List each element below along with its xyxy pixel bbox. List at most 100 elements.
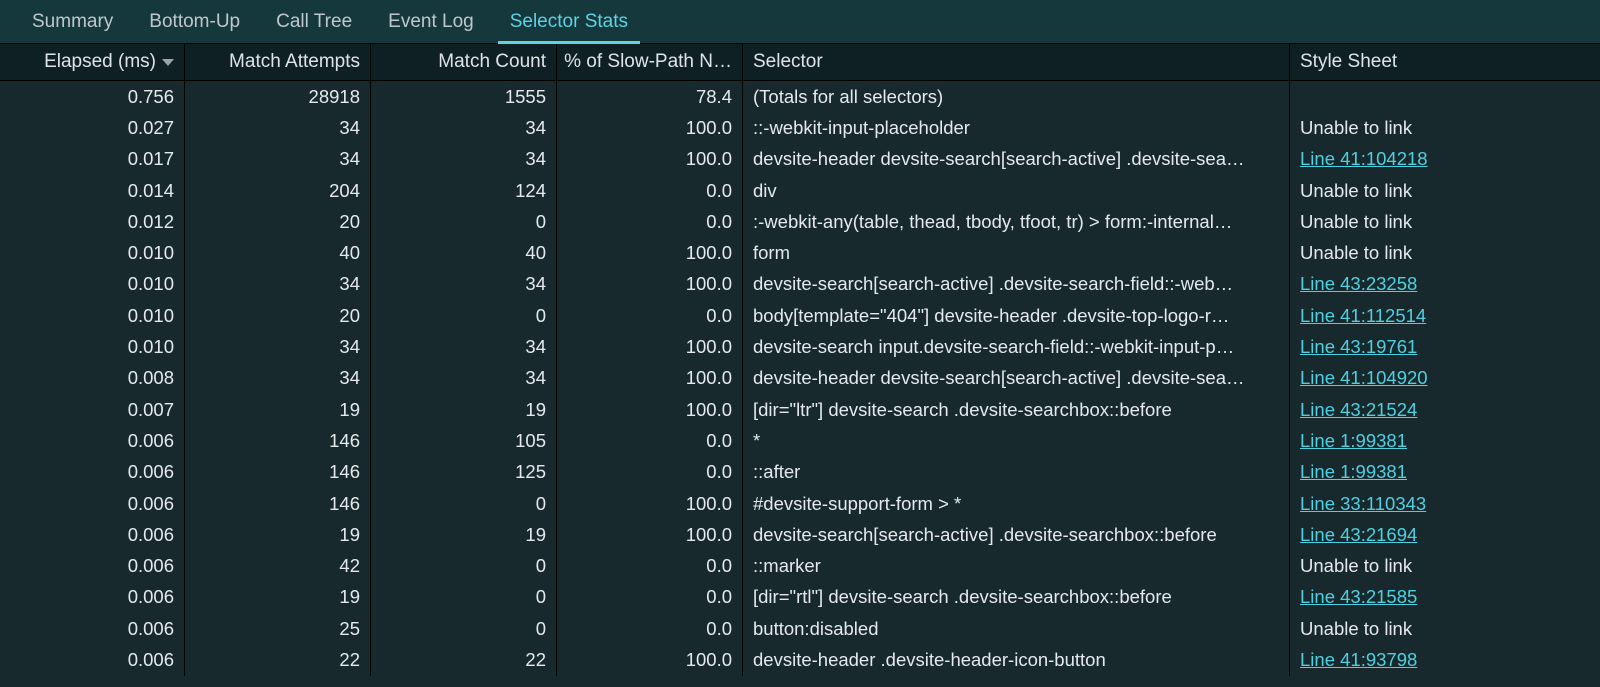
style-sheet-link[interactable]: Line 43:21585 <box>1300 586 1417 608</box>
style-sheet-unable: Unable to link <box>1300 211 1412 233</box>
cell-elapsed: 0.012 <box>0 206 185 237</box>
cell-count: 105 <box>371 425 557 456</box>
table-row[interactable]: 0.0273434100.0::-webkit-input-placeholde… <box>0 112 1600 143</box>
tab-summary[interactable]: Summary <box>14 1 131 43</box>
cell-style-sheet: Line 41:112514 <box>1290 300 1595 331</box>
style-sheet-link[interactable]: Line 41:112514 <box>1300 305 1426 327</box>
cell-count: 40 <box>371 237 557 268</box>
col-header-count[interactable]: Match Count <box>371 44 557 80</box>
style-sheet-link[interactable]: Line 1:99381 <box>1300 430 1407 452</box>
cell-slow: 100.0 <box>557 269 743 300</box>
cell-count: 22 <box>371 644 557 675</box>
col-header-sheet[interactable]: Style Sheet <box>1290 44 1595 80</box>
style-sheet-link[interactable]: Line 41:93798 <box>1300 649 1417 671</box>
cell-slow: 100.0 <box>557 112 743 143</box>
cell-attempts: 19 <box>185 394 371 425</box>
table-row[interactable]: 0.0061919100.0devsite-search[search-acti… <box>0 519 1600 550</box>
col-header-selector[interactable]: Selector <box>743 44 1290 80</box>
cell-attempts: 20 <box>185 206 371 237</box>
cell-attempts: 19 <box>185 519 371 550</box>
cell-count: 34 <box>371 144 557 175</box>
style-sheet-link[interactable]: Line 1:99381 <box>1300 461 1407 483</box>
cell-attempts: 25 <box>185 613 371 644</box>
cell-style-sheet: Line 1:99381 <box>1290 457 1595 488</box>
style-sheet-link[interactable]: Line 43:21694 <box>1300 524 1417 546</box>
style-sheet-link[interactable]: Line 43:21524 <box>1300 399 1417 421</box>
cell-elapsed: 0.010 <box>0 269 185 300</box>
cell-style-sheet: Unable to link <box>1290 206 1595 237</box>
col-header-attempts[interactable]: Match Attempts <box>185 44 371 80</box>
style-sheet-link[interactable]: Line 41:104218 <box>1300 148 1428 170</box>
cell-count: 19 <box>371 394 557 425</box>
cell-slow: 0.0 <box>557 425 743 456</box>
table-row[interactable]: 0.0104040100.0formUnable to link <box>0 237 1600 268</box>
cell-style-sheet: Unable to link <box>1290 112 1595 143</box>
cell-slow: 0.0 <box>557 550 743 581</box>
cell-elapsed: 0.756 <box>0 81 185 112</box>
tab-bottom-up[interactable]: Bottom-Up <box>131 1 258 43</box>
cell-style-sheet: Line 43:21585 <box>1290 582 1595 613</box>
cell-selector: devsite-search[search-active] .devsite-s… <box>743 269 1290 300</box>
tab-selector-stats[interactable]: Selector Stats <box>492 1 646 43</box>
style-sheet-link[interactable]: Line 43:19761 <box>1300 336 1417 358</box>
cell-style-sheet: Line 41:104218 <box>1290 144 1595 175</box>
cell-selector: :-webkit-any(table, thead, tbody, tfoot,… <box>743 206 1290 237</box>
cell-style-sheet: Line 1:99381 <box>1290 425 1595 456</box>
cell-attempts: 34 <box>185 112 371 143</box>
table-row[interactable]: 0.0064200.0::markerUnable to link <box>0 550 1600 581</box>
selector-stats-table: Elapsed (ms) Match Attempts Match Count … <box>0 43 1600 676</box>
cell-selector: * <box>743 425 1290 456</box>
col-header-elapsed[interactable]: Elapsed (ms) <box>0 44 185 80</box>
cell-count: 0 <box>371 613 557 644</box>
tab-event-log[interactable]: Event Log <box>370 1 492 43</box>
cell-slow: 100.0 <box>557 331 743 362</box>
cell-slow: 100.0 <box>557 144 743 175</box>
cell-slow: 100.0 <box>557 644 743 675</box>
table-row[interactable]: 0.75628918155578.4(Totals for all select… <box>0 81 1600 112</box>
cell-attempts: 28918 <box>185 81 371 112</box>
cell-selector: ::after <box>743 457 1290 488</box>
cell-count: 0 <box>371 206 557 237</box>
style-sheet-unable: Unable to link <box>1300 180 1412 202</box>
table-row[interactable]: 0.0103434100.0devsite-search input.devsi… <box>0 331 1600 362</box>
cell-slow: 0.0 <box>557 582 743 613</box>
cell-elapsed: 0.014 <box>0 175 185 206</box>
table-row[interactable]: 0.0061461250.0::afterLine 1:99381 <box>0 457 1600 488</box>
table-row[interactable]: 0.0062500.0button:disabledUnable to link <box>0 613 1600 644</box>
table-row[interactable]: 0.0142041240.0divUnable to link <box>0 175 1600 206</box>
table-header-row: Elapsed (ms) Match Attempts Match Count … <box>0 43 1600 81</box>
table-row[interactable]: 0.0061461050.0*Line 1:99381 <box>0 425 1600 456</box>
cell-style-sheet: Unable to link <box>1290 613 1595 644</box>
cell-selector: form <box>743 237 1290 268</box>
style-sheet-link[interactable]: Line 43:23258 <box>1300 273 1417 295</box>
cell-attempts: 204 <box>185 175 371 206</box>
cell-selector: devsite-search input.devsite-search-fiel… <box>743 331 1290 362</box>
cell-slow: 100.0 <box>557 237 743 268</box>
cell-elapsed: 0.017 <box>0 144 185 175</box>
tab-call-tree[interactable]: Call Tree <box>258 1 370 43</box>
cell-slow: 100.0 <box>557 363 743 394</box>
style-sheet-link[interactable]: Line 33:110343 <box>1300 493 1426 515</box>
cell-attempts: 34 <box>185 144 371 175</box>
table-row[interactable]: 0.0061460100.0#devsite-support-form > *L… <box>0 488 1600 519</box>
cell-elapsed: 0.007 <box>0 394 185 425</box>
cell-elapsed: 0.010 <box>0 331 185 362</box>
table-row[interactable]: 0.0103434100.0devsite-search[search-acti… <box>0 269 1600 300</box>
table-row[interactable]: 0.0173434100.0devsite-header devsite-sea… <box>0 144 1600 175</box>
table-row[interactable]: 0.0122000.0:-webkit-any(table, thead, tb… <box>0 206 1600 237</box>
cell-count: 0 <box>371 488 557 519</box>
table-row[interactable]: 0.0083434100.0devsite-header devsite-sea… <box>0 363 1600 394</box>
cell-elapsed: 0.010 <box>0 237 185 268</box>
cell-selector: button:disabled <box>743 613 1290 644</box>
cell-slow: 0.0 <box>557 457 743 488</box>
table-row[interactable]: 0.0102000.0body[template="404"] devsite-… <box>0 300 1600 331</box>
cell-count: 1555 <box>371 81 557 112</box>
style-sheet-link[interactable]: Line 41:104920 <box>1300 367 1428 389</box>
table-row[interactable]: 0.0062222100.0devsite-header .devsite-he… <box>0 644 1600 675</box>
cell-count: 0 <box>371 300 557 331</box>
cell-count: 34 <box>371 363 557 394</box>
cell-slow: 78.4 <box>557 81 743 112</box>
table-row[interactable]: 0.0061900.0[dir="rtl"] devsite-search .d… <box>0 582 1600 613</box>
col-header-slow[interactable]: % of Slow-Path N… <box>557 44 743 80</box>
table-row[interactable]: 0.0071919100.0[dir="ltr"] devsite-search… <box>0 394 1600 425</box>
